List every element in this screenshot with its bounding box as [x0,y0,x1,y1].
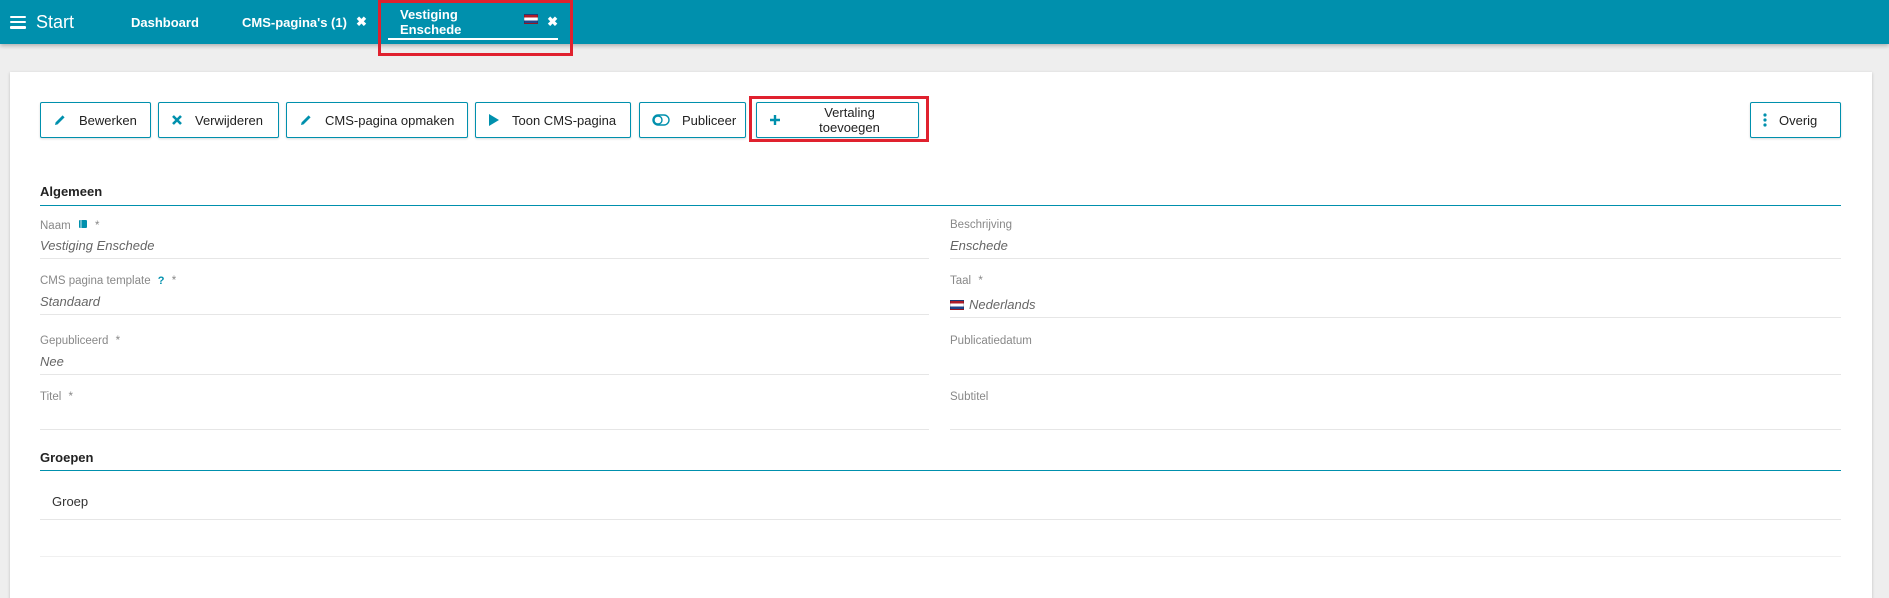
field-value-gepubliceerd: Nee [40,354,64,369]
field-label-template: CMS pagina template ? * [40,275,177,287]
groups-column-header: Groep [52,494,89,509]
tab-dashboard-label: Dashboard [131,14,199,30]
section-title-groups: Groepen [40,450,94,465]
field-label-subtitel: Subtitel [950,391,989,403]
field-label-publicatiedatum: Publicatiedatum [950,335,1032,347]
format-cms-page-label: CMS-pagina opmaken [325,112,455,128]
more-options-label: Overig [1779,112,1818,128]
hamburger-menu-icon [10,15,26,29]
tab-vestiging-label: Vestiging Enschede [400,7,462,37]
section-divider [40,205,1841,206]
help-icon[interactable]: ? [158,275,165,287]
field-divider [950,258,1841,259]
edit-button[interactable]: Bewerken [40,102,151,138]
close-tab-icon[interactable]: ✖ [356,14,367,30]
field-divider [40,314,929,315]
field-label-naam: Naam * [40,220,100,232]
pencil-icon [53,113,67,127]
field-label-gepubliceerd: Gepubliceerd * [40,335,121,347]
start-menu-button[interactable]: Start [10,0,74,44]
more-options-button[interactable]: Overig [1750,102,1841,138]
required-marker: * [171,275,177,287]
show-cms-page-label: Toon CMS-pagina [512,112,617,128]
show-cms-page-button[interactable]: Toon CMS-pagina [475,102,631,138]
section-title-general: Algemeen [40,184,103,199]
field-divider [40,374,929,375]
required-marker: * [68,391,73,403]
brand-label: Start [36,11,75,32]
required-marker: * [978,275,983,287]
field-value-taal: Nederlands [950,297,1036,312]
field-label-titel: Titel * [40,391,73,403]
active-tab-indicator [388,38,558,40]
field-divider [950,374,1841,375]
section-divider [40,470,1841,471]
add-translation-button[interactable]: Vertaling toevoegen [756,102,919,138]
toggle-icon [652,114,670,126]
publish-button[interactable]: Publiceer [639,102,746,138]
play-icon [488,113,500,127]
field-divider [950,317,1841,318]
table-divider [40,519,1841,520]
close-icon [171,114,183,126]
book-icon[interactable] [78,220,91,232]
field-divider [40,258,929,259]
add-translation-label: Vertaling toevoegen [819,105,880,135]
dutch-flag-icon [524,14,539,24]
tab-cms-paginas[interactable]: CMS-pagina's (1) ✖ [242,0,367,44]
field-divider [950,429,1841,430]
format-cms-page-button[interactable]: CMS-pagina opmaken [286,102,468,138]
required-marker: * [94,220,100,232]
field-value-beschrijving: Enschede [950,238,1008,253]
field-divider [40,429,929,430]
edit-button-label: Bewerken [79,112,137,128]
tab-dashboard[interactable]: Dashboard [131,0,199,44]
pencil-icon [299,113,313,127]
delete-button-label: Verwijderen [195,112,263,128]
required-marker: * [115,335,121,347]
field-label-taal: Taal * [950,275,983,287]
dutch-flag-icon [950,300,964,310]
field-label-beschrijving: Beschrijving [950,219,1012,231]
field-value-template: Standaard [40,294,100,309]
close-tab-icon[interactable]: ✖ [547,14,558,30]
vertical-dots-icon [1763,113,1767,127]
tab-vestiging-enschede[interactable]: Vestiging Enschede ✖ [388,0,558,44]
publish-button-label: Publiceer [682,112,737,128]
plus-icon [769,114,781,126]
delete-button[interactable]: Verwijderen [158,102,279,138]
table-divider [40,556,1841,557]
tab-cms-paginas-label: CMS-pagina's (1) [242,14,347,30]
field-value-naam: Vestiging Enschede [40,238,155,253]
top-navigation-bar: Start Dashboard CMS-pagina's (1) ✖ Vesti… [0,0,1889,44]
